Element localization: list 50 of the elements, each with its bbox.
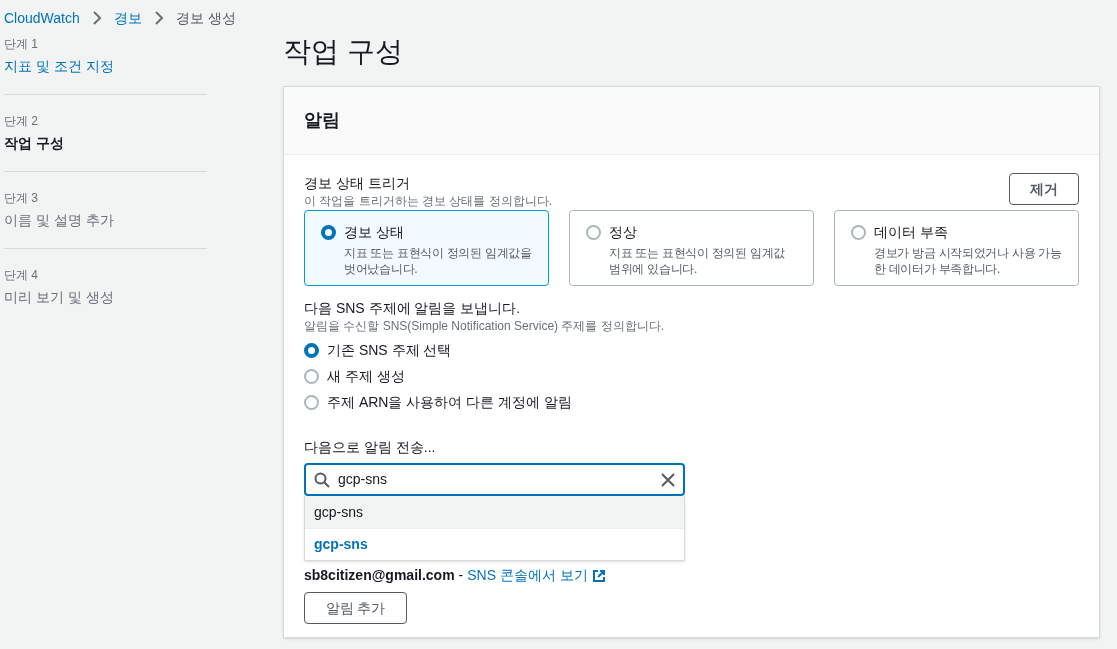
chevron-icon — [153, 11, 164, 25]
radio-button[interactable] — [304, 368, 319, 384]
radio-tile[interactable]: 데이터 부족 경보가 방금 시작되었거나 사용 가능한 데이터가 부족합니다. — [834, 210, 1079, 286]
breadcrumb-link[interactable]: CloudWatch — [4, 7, 80, 29]
close-icon[interactable] — [661, 472, 675, 487]
email-address: sb8citizen@gmail.com — [304, 566, 455, 585]
radio-button[interactable] — [851, 225, 866, 240]
step-number: 단계 2 — [4, 113, 39, 129]
tile-description: 지표 또는 표현식이 정의된 임계값을 벗어났습니다. — [344, 245, 532, 277]
radio-label[interactable]: 새 주제 생성 — [327, 365, 405, 387]
separator: - — [458, 566, 464, 585]
radio-label[interactable]: 주제 ARN을 사용하여 다른 계정에 알림 — [327, 391, 572, 413]
tile-description: 경보가 방금 시작되었거나 사용 가능한 데이터가 부족합니다. — [874, 245, 1062, 277]
tile-label: 데이터 부족 — [874, 223, 948, 242]
tile-description: 지표 또는 표현식이 정의된 임계값 범위에 있습니다. — [609, 245, 786, 277]
step-link: 미리 보기 및 생성 — [4, 288, 115, 307]
field-description: 이 작업을 트리거하는 경보 상태를 정의합니다. — [304, 193, 552, 209]
radio-button[interactable] — [304, 394, 319, 410]
field-label: 다음 SNS 주제에 알림을 보냅니다. — [304, 299, 522, 318]
page-title: 작업 구성 — [283, 35, 404, 69]
field-label: 경보 상태 트리거 — [304, 174, 411, 193]
radio-button[interactable] — [321, 225, 336, 240]
radio-tile[interactable]: 경보 상태 지표 또는 표현식이 정의된 임계값을 벗어났습니다. — [304, 210, 549, 286]
radio-tile[interactable]: 정상 지표 또는 표현식이 정의된 임계값 범위에 있습니다. — [569, 210, 814, 286]
radio-button[interactable] — [586, 225, 601, 240]
radio-label[interactable]: 기존 SNS 주제 선택 — [327, 339, 452, 361]
search-icon — [314, 471, 330, 488]
dropdown-option[interactable]: gcp-sns — [305, 496, 684, 528]
step-number: 단계 3 — [4, 190, 39, 206]
add-notification-button[interactable]: 알림 추가 — [304, 592, 407, 624]
remove-button[interactable]: 제거 — [1009, 173, 1079, 205]
field-description: 알림을 수신할 SNS(Simple Notification Service) 주제를 정의합니다. — [304, 318, 666, 334]
step-number: 단계 4 — [4, 267, 39, 283]
console-link[interactable]: SNS 콘솔에서 보기 — [467, 565, 588, 586]
breadcrumb-link[interactable]: 경보 — [113, 7, 142, 29]
step-link: 이름 및 설명 추가 — [4, 211, 115, 230]
dropdown-option[interactable]: gcp-sns — [305, 528, 684, 560]
breadcrumb-current: 경보 생성 — [175, 8, 236, 28]
card-title: 알림 — [304, 109, 340, 132]
radio-button[interactable] — [304, 342, 319, 358]
step-link[interactable]: 작업 구성 — [4, 133, 207, 153]
step-number: 단계 1 — [4, 36, 39, 52]
tile-label: 경보 상태 — [344, 223, 404, 242]
external-link-icon[interactable] — [591, 568, 606, 583]
chevron-icon — [91, 11, 102, 25]
tile-label: 정상 — [609, 223, 637, 242]
search-input[interactable]: gcp-sns — [338, 469, 653, 490]
step-link[interactable]: 지표 및 조건 지정 — [4, 56, 207, 76]
field-label: 다음으로 알림 전송... — [304, 438, 437, 457]
search-field[interactable]: gcp-sns — [304, 463, 685, 496]
